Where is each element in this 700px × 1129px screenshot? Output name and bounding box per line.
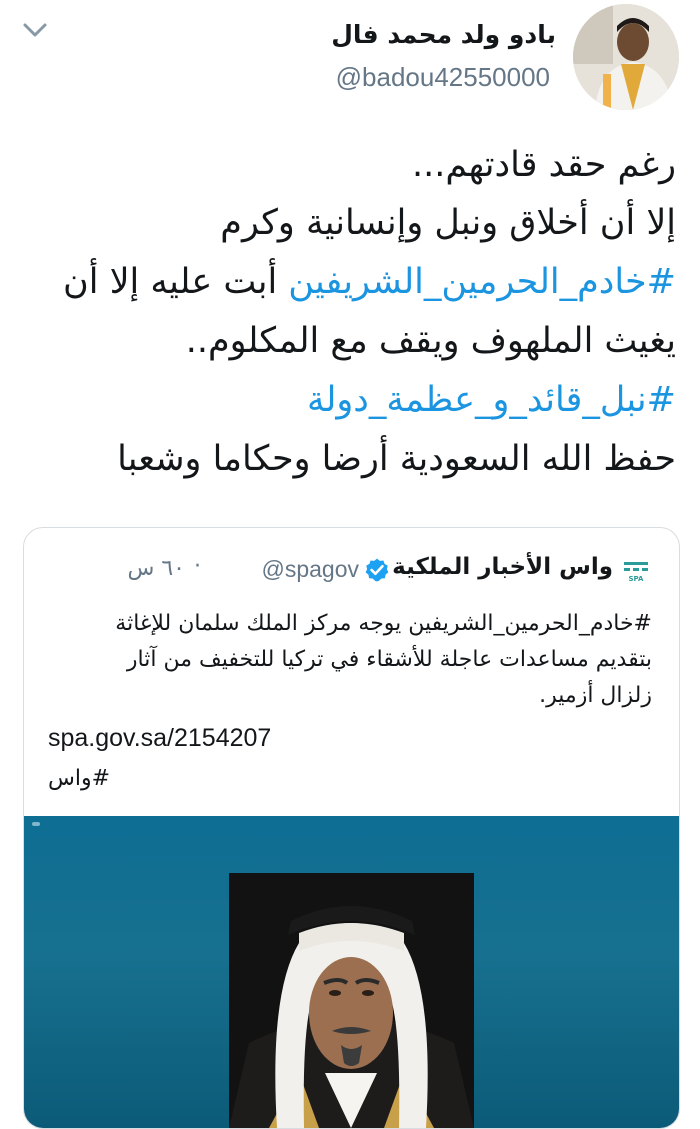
quoted-line: زلزال أزمير. (539, 683, 652, 708)
tweet-line: إلا أن أخلاق ونبل وإنسانية وكرم (16, 194, 676, 252)
quoted-hashtag[interactable]: #واس (48, 766, 110, 791)
svg-text:SPA: SPA (629, 575, 645, 582)
portrait-photo (229, 873, 474, 1128)
separator-dot: · (194, 554, 201, 579)
quoted-tweet-card[interactable]: SPA واس الأخبار الملكية @spagov · ٦٠ س #… (23, 527, 680, 1129)
tweet-line: #نبل_قائد_و_عظمة_دولة (16, 370, 676, 430)
quoted-line: بتقديم مساعدات عاجلة للأشقاء في تركيا لل… (126, 647, 652, 672)
hashtag-link[interactable]: #خادم_الحرمين_الشريفين (288, 262, 676, 302)
quoted-media-image[interactable] (24, 816, 679, 1128)
tweet-line-text: حفظ الله السعودية أرضا وحكاما وشعبا (117, 439, 676, 479)
chevron-down-icon[interactable] (22, 20, 48, 40)
tweet-line: حفظ الله السعودية أرضا وحكاما وشعبا (16, 430, 676, 488)
hashtag-link[interactable]: #نبل_قائد_و_عظمة_دولة (307, 380, 676, 420)
display-name[interactable]: بادو ولد محمد فال (331, 20, 556, 49)
user-handle[interactable]: @badou42550000 (336, 62, 550, 93)
tweet-line-text: إلا أن أخلاق ونبل وإنسانية وكرم (220, 203, 676, 243)
tweet-line-text: يغيث الملهوف ويقف مع المكلوم.. (185, 321, 676, 361)
portrait-illustration (229, 873, 474, 1128)
media-indicator (32, 822, 40, 826)
quoted-tweet-text: #خادم_الحرمين_الشريفين يوجه مركز الملك س… (42, 606, 652, 714)
quoted-link[interactable]: spa.gov.sa/2154207 (48, 724, 271, 753)
tweet-text: رغم حقد قادتهم... إلا أن أخلاق ونبل وإنس… (16, 136, 676, 488)
verified-badge-icon (365, 558, 389, 582)
spa-logo-icon: SPA (624, 562, 648, 582)
quoted-handle[interactable]: @spagov (261, 556, 359, 583)
tweet-line: يغيث الملهوف ويقف مع المكلوم.. (16, 312, 676, 370)
quoted-line: #خادم_الحرمين_الشريفين يوجه مركز الملك س… (115, 611, 652, 636)
tweet-line: #خادم_الحرمين_الشريفين أبت عليه إلا أن (16, 252, 676, 312)
quoted-display-name[interactable]: واس الأخبار الملكية (392, 554, 613, 580)
tweet-line-text: أبت عليه إلا أن (63, 262, 289, 302)
tweet-line-text: رغم حقد قادتهم... (412, 145, 676, 185)
quoted-timestamp[interactable]: ٦٠ س (128, 556, 186, 581)
avatar[interactable] (573, 4, 679, 110)
user-avatar-image (573, 4, 679, 110)
tweet-line: رغم حقد قادتهم... (16, 136, 676, 194)
